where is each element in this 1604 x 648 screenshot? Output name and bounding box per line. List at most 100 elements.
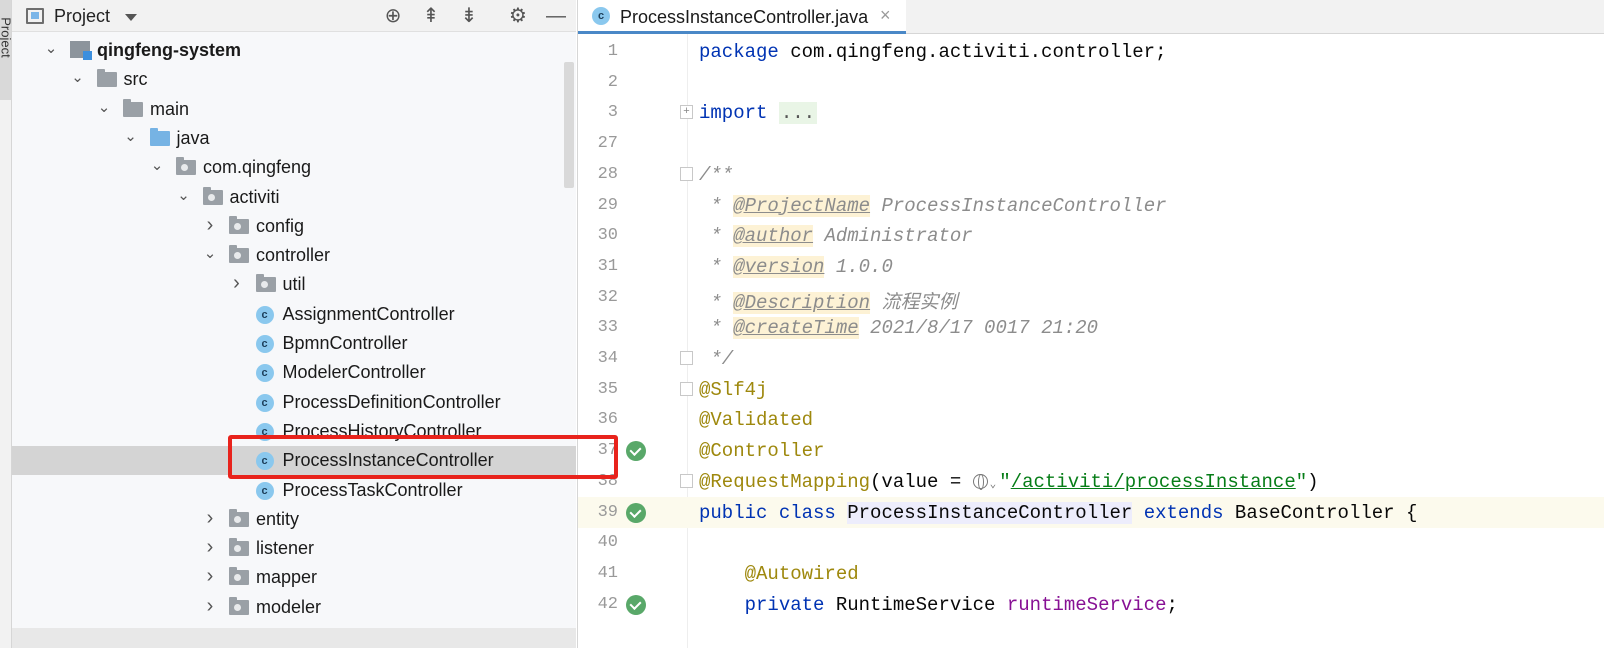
- package-icon: [229, 596, 249, 615]
- tree-item[interactable]: › listener: [12, 534, 576, 563]
- code-line[interactable]: 35 @Slf4j: [578, 374, 1604, 405]
- tree-item[interactable]: › config: [12, 212, 576, 241]
- code-line[interactable]: 39 public class ProcessInstanceController…: [578, 496, 1604, 528]
- chevron-down-icon[interactable]: [125, 14, 137, 21]
- code-text: @Controller: [699, 440, 825, 463]
- code-line[interactable]: 38 @RequestMapping(value = ⌄ "/activiti/pr…: [578, 466, 1604, 497]
- tree-item[interactable]: c ProcessTaskController: [12, 476, 576, 505]
- code-text: @RequestMapping(value = ⌄ "/activiti/proc…: [699, 470, 1319, 493]
- fold-collapse-icon[interactable]: [680, 381, 693, 396]
- chevron-down-icon[interactable]: ⌄: [71, 70, 85, 86]
- fold-collapse-icon[interactable]: [680, 166, 693, 181]
- fold-expand-icon[interactable]: +: [680, 105, 693, 120]
- tree-item[interactable]: ⌄ java: [12, 124, 576, 153]
- tree-item[interactable]: c ProcessInstanceController: [12, 446, 576, 476]
- tree-item[interactable]: ⌄ src: [12, 65, 576, 94]
- tree-item[interactable]: c ProcessDefinitionController: [12, 388, 576, 417]
- tree-item[interactable]: c BpmnController: [12, 329, 576, 358]
- code-line[interactable]: 42 private RuntimeService runtimeService…: [578, 589, 1604, 620]
- tree-item[interactable]: › mapper: [12, 563, 576, 592]
- expand-all-icon[interactable]: ⇟: [458, 6, 480, 28]
- chevron-down-icon[interactable]: ⌄: [44, 41, 58, 57]
- code-editor: c ProcessInstanceController.java × 1 pack…: [577, 0, 1604, 648]
- bean-icon[interactable]: [626, 502, 646, 523]
- chevron-right-icon[interactable]: ›: [203, 508, 217, 528]
- project-panel-header: Project ⊕ ⇞ ⇟ ⚙ —: [12, 0, 576, 32]
- chevron-right-icon[interactable]: ›: [203, 215, 217, 235]
- close-icon[interactable]: ×: [880, 5, 891, 26]
- tree-item[interactable]: ⌄ controller: [12, 241, 576, 270]
- tree-item[interactable]: › modeler: [12, 593, 576, 622]
- code-line[interactable]: 30 * @author Administrator: [578, 220, 1604, 251]
- tab-process-instance-controller[interactable]: c ProcessInstanceController.java ×: [578, 0, 906, 34]
- chevron-down-icon[interactable]: ⌄: [97, 99, 111, 116]
- gear-icon[interactable]: ⚙: [507, 6, 529, 28]
- code-text: @Validated: [699, 409, 814, 432]
- tree-item[interactable]: ⌄ activiti: [12, 183, 576, 212]
- code-line[interactable]: 37 @Controller: [578, 435, 1604, 466]
- tree-item[interactable]: ⌄ main: [12, 95, 576, 124]
- globe-icon[interactable]: [972, 473, 988, 490]
- chevron-right-icon[interactable]: ›: [230, 273, 244, 293]
- code-text: public class ProcessInstanceController e…: [699, 501, 1418, 524]
- tree-scrollbar[interactable]: [564, 62, 574, 188]
- line-number: 37: [597, 441, 618, 461]
- line-number: 42: [597, 594, 618, 614]
- tree-item-label: com.qingfeng: [203, 157, 312, 178]
- chevron-down-icon[interactable]: ⌄: [124, 128, 138, 145]
- chevron-down-icon[interactable]: ⌄: [177, 187, 191, 204]
- module-icon: [70, 41, 92, 60]
- tree-item[interactable]: ⌄ com.qingfeng: [12, 153, 576, 182]
- chevron-right-icon[interactable]: ›: [203, 566, 217, 586]
- class-icon: c: [255, 335, 274, 353]
- editor-tab-bar: c ProcessInstanceController.java ×: [578, 0, 1604, 34]
- code-text: import ...: [699, 102, 818, 125]
- code-text: * @version 1.0.0: [699, 255, 893, 278]
- tree-item[interactable]: › entity: [12, 505, 576, 534]
- bean-icon[interactable]: [626, 594, 646, 615]
- class-icon: c: [255, 422, 274, 441]
- minimize-icon[interactable]: —: [545, 6, 567, 28]
- chevron-down-icon[interactable]: ⌄: [150, 158, 164, 174]
- code-text: package com.qingfeng.activiti.controller…: [699, 41, 1167, 63]
- chevron-right-icon[interactable]: ›: [203, 596, 217, 616]
- class-icon: c: [255, 481, 274, 500]
- tree-item[interactable]: c AssignmentController: [12, 300, 576, 329]
- code-line[interactable]: 40: [578, 527, 1604, 558]
- chevron-right-icon[interactable]: ›: [203, 537, 217, 557]
- code-line[interactable]: 41 @Autowired: [578, 558, 1604, 589]
- tool-window-strip: Project: [0, 0, 14, 648]
- chevron-down-icon[interactable]: ⌄: [990, 479, 997, 491]
- code-line[interactable]: 2: [578, 67, 1604, 98]
- fold-collapse-icon[interactable]: [680, 351, 693, 365]
- code-line[interactable]: 33 * @createTime 2021/8/17 0017 21:20: [578, 312, 1604, 343]
- tree-item-label: src: [123, 69, 148, 90]
- fold-collapse-icon[interactable]: [680, 473, 693, 488]
- code-line[interactable]: 34 */: [578, 343, 1604, 374]
- code-text: @Autowired: [744, 562, 859, 585]
- chevron-down-icon[interactable]: ⌄: [203, 246, 217, 262]
- code-text: */: [699, 348, 734, 370]
- tree-item[interactable]: › util: [12, 270, 576, 299]
- tree-item[interactable]: ⌄ qingfeng-system: [12, 36, 576, 65]
- code-line[interactable]: 31 * @version 1.0.0: [578, 251, 1604, 282]
- package-icon: [229, 538, 249, 557]
- code-line[interactable]: 29 * @ProjectName ProcessInstanceControl…: [578, 190, 1604, 221]
- code-line[interactable]: 32 * @Description 流程实例: [578, 282, 1604, 314]
- code-line[interactable]: 3 + import ...: [578, 97, 1604, 128]
- tree-item[interactable]: c ModelerController: [12, 358, 576, 387]
- code-line[interactable]: 27: [578, 128, 1604, 159]
- bean-icon[interactable]: [626, 441, 646, 462]
- code-text: * @author Administrator: [699, 225, 973, 248]
- project-panel-title[interactable]: Project: [54, 6, 110, 27]
- code-line[interactable]: 28 /**: [578, 159, 1604, 190]
- package-icon: [202, 186, 223, 205]
- collapse-all-icon[interactable]: ⇞: [420, 6, 442, 28]
- tree-item[interactable]: c ProcessHistoryController: [12, 417, 576, 446]
- code-line[interactable]: 36 @Validated: [578, 404, 1604, 435]
- code-line[interactable]: 1 package com.qingfeng.activiti.controlle…: [578, 36, 1604, 67]
- tree-item-label: ProcessTaskController: [282, 479, 463, 500]
- line-number: 39: [597, 502, 618, 522]
- crosshair-icon[interactable]: ⊕: [382, 6, 404, 28]
- project-tool-window-tab[interactable]: Project: [0, 0, 14, 100]
